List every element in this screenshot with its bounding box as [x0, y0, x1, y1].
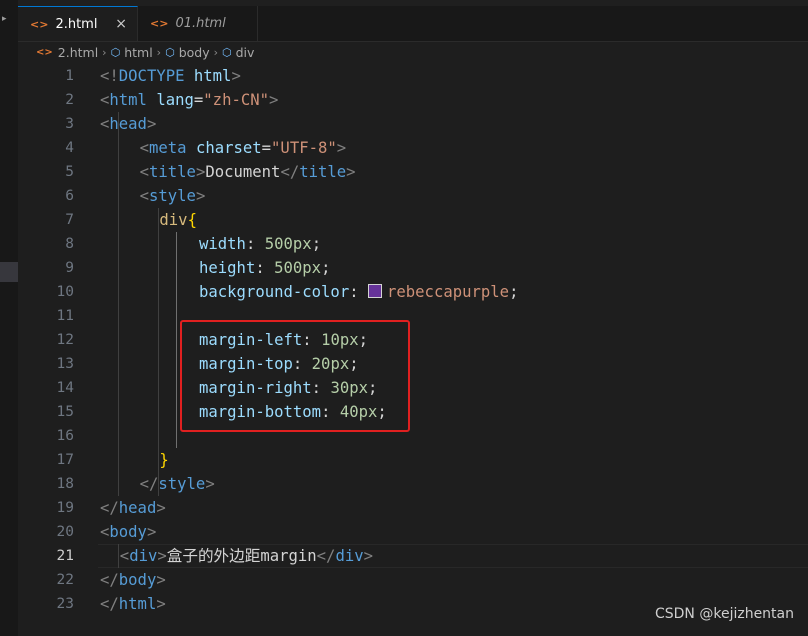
code-editor[interactable]: 1 <!DOCTYPE html> 2 <html lang="zh-CN"> 3 <he…: [18, 64, 808, 636]
line-number: 19: [56, 500, 74, 516]
breadcrumb-item-file[interactable]: 2.html: [58, 45, 98, 60]
code-line[interactable]: 4 <meta charset="UTF-8">: [18, 136, 808, 160]
code-text: background-color: rebeccapurple;: [199, 283, 519, 301]
html-file-icon: <>: [150, 17, 169, 30]
code-line[interactable]: 20 <body>: [18, 520, 808, 544]
html-file-icon: <>: [36, 46, 53, 58]
code-line[interactable]: 21 <div>盒子的外边距margin</div>: [18, 544, 808, 568]
line-number: 2: [65, 92, 74, 108]
breadcrumb-item-html[interactable]: html: [124, 45, 152, 60]
line-number: 8: [65, 236, 74, 252]
chevron-right-icon: ›: [156, 45, 162, 59]
watermark: CSDN @kejizhentan: [654, 606, 794, 622]
tab-label: 2.html: [55, 16, 98, 32]
code-line[interactable]: 22 </body>: [18, 568, 808, 592]
code-line[interactable]: 18 </style>: [18, 472, 808, 496]
line-number: 21: [56, 548, 74, 564]
line-number: 20: [56, 524, 74, 540]
breadcrumb: <> 2.html › ⬡ html › ⬡ body › ⬡ div: [36, 42, 254, 62]
code-text: width: 500px;: [199, 235, 322, 253]
code-line[interactable]: 15 margin-bottom: 40px;: [18, 400, 808, 424]
line-number: 12: [56, 332, 74, 348]
line-number: 18: [56, 476, 74, 492]
tab-label: 01.html: [175, 16, 226, 31]
code-line[interactable]: 9 height: 500px;: [18, 256, 808, 280]
color-swatch[interactable]: [368, 284, 382, 298]
code-line[interactable]: 14 margin-right: 30px;: [18, 376, 808, 400]
code-text: }: [159, 451, 169, 469]
code-line[interactable]: 12 margin-left: 10px;: [18, 328, 808, 352]
code-line[interactable]: 11: [18, 304, 808, 328]
element-cube-icon: ⬡: [222, 45, 232, 59]
code-text: <title>Document</title>: [139, 163, 356, 181]
breadcrumb-item-div[interactable]: div: [236, 45, 255, 60]
code-line[interactable]: 5 <title>Document</title>: [18, 160, 808, 184]
code-line[interactable]: 3 <head>: [18, 112, 808, 136]
line-number: 15: [56, 404, 74, 420]
chevron-right-icon[interactable]: ▸: [2, 14, 7, 24]
code-text: height: 500px;: [199, 259, 331, 277]
line-number: 10: [56, 284, 74, 300]
editor-tab-bar: <> 2.html × <> 01.html: [18, 6, 808, 42]
code-line[interactable]: 1 <!DOCTYPE html>: [18, 64, 808, 88]
code-text: <style>: [139, 187, 206, 205]
code-text: </head>: [100, 499, 166, 517]
code-text: div{: [159, 211, 197, 229]
line-number: 1: [65, 68, 74, 84]
code-text: </html>: [100, 595, 166, 613]
line-number: 6: [65, 188, 74, 204]
line-number: 5: [65, 164, 74, 180]
code-line[interactable]: 13 margin-top: 20px;: [18, 352, 808, 376]
code-line[interactable]: 10 background-color: rebeccapurple;: [18, 280, 808, 304]
line-number: 4: [65, 140, 74, 156]
line-number: 14: [56, 380, 74, 396]
chevron-right-icon: ›: [102, 45, 107, 59]
code-line[interactable]: 19 </head>: [18, 496, 808, 520]
line-number: 23: [56, 596, 74, 612]
tab-2-html[interactable]: <> 2.html ×: [18, 6, 138, 41]
highlight-box-margin-rules: [180, 320, 410, 432]
line-number: 11: [56, 308, 74, 324]
element-cube-icon: ⬡: [110, 45, 121, 59]
close-icon[interactable]: ×: [115, 16, 127, 32]
line-number: 9: [65, 260, 74, 276]
activity-item-active[interactable]: [0, 262, 18, 282]
line-number: 17: [56, 452, 74, 468]
breadcrumb-item-body[interactable]: body: [179, 45, 210, 60]
activity-bar: ▸: [0, 0, 18, 636]
code-text: <body>: [100, 523, 157, 541]
code-line[interactable]: 17}: [18, 448, 808, 472]
line-number: 7: [65, 212, 74, 228]
code-text: <head>: [100, 115, 157, 133]
element-cube-icon: ⬡: [165, 45, 175, 59]
code-line[interactable]: 7 div{: [18, 208, 808, 232]
code-line[interactable]: 6 <style>: [18, 184, 808, 208]
line-number: 3: [65, 116, 74, 132]
code-line[interactable]: 16: [18, 424, 808, 448]
code-line[interactable]: 2 <html lang="zh-CN">: [18, 88, 808, 112]
code-text: <div>盒子的外边距margin</div>: [119, 547, 373, 565]
html-file-icon: <>: [30, 17, 49, 31]
code-text: <!DOCTYPE html>: [100, 67, 241, 85]
code-text: </style>: [139, 475, 215, 493]
code-text: <meta charset="UTF-8">: [139, 139, 347, 157]
line-number: 22: [56, 572, 74, 588]
tab-01-html[interactable]: <> 01.html: [138, 6, 258, 41]
line-number: 16: [56, 428, 74, 444]
code-line[interactable]: 8 width: 500px;: [18, 232, 808, 256]
code-text: <html lang="zh-CN">: [100, 91, 279, 109]
line-number: 13: [56, 356, 74, 372]
code-text: </body>: [100, 571, 166, 589]
chevron-right-icon: ›: [213, 45, 219, 59]
